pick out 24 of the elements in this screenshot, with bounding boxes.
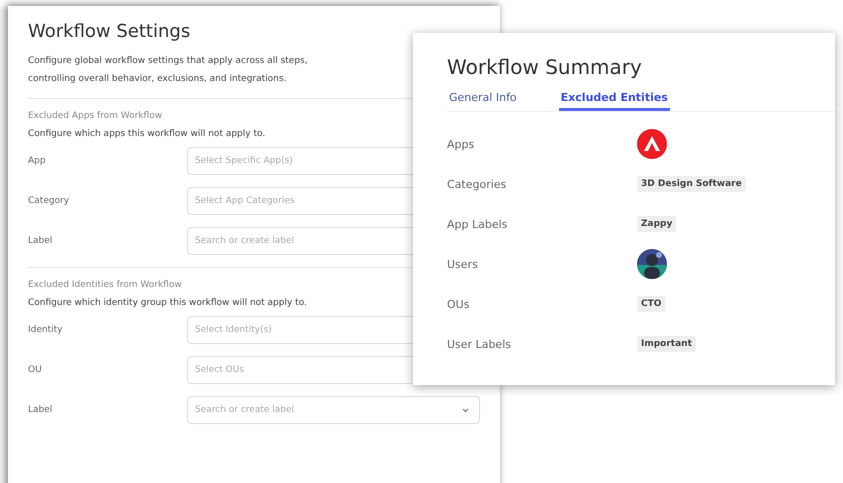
tag: 3D Design Software [637,176,746,192]
field-label: Label [28,236,54,246]
select-field[interactable]: Search or create label [187,396,480,424]
tab[interactable]: Excluded Entities [558,91,670,111]
field-label: OU [28,365,43,375]
row-label: OUs [447,298,470,310]
app-logo-icon [637,129,667,159]
section-description: Configure which apps this workflow will not apply to. [28,129,266,139]
tag: CTO [637,296,666,312]
tag: Important [637,336,696,352]
section-description: Configure which identity group this workflow will not apply to. [28,298,307,308]
panel-description: Configure global workflow settings that apply across all steps, controlling overall behavior, exclusions, and integrations. [28,55,309,86]
tag: Zappy [637,216,676,232]
chevron-icon [462,408,469,412]
row-label: Users [447,258,479,270]
tab[interactable]: General Info [447,91,519,111]
field-label: Identity [28,325,64,335]
field-label: Label [28,405,54,415]
field-label: App [28,156,47,166]
panel-title: Workflow Settings [28,21,192,42]
section-heading: Excluded Identities from Workflow [28,280,182,290]
section-heading: Excluded Apps from Workflow [28,111,162,121]
field-label: Category [28,196,70,206]
card-title: Workflow Summary [447,55,643,79]
